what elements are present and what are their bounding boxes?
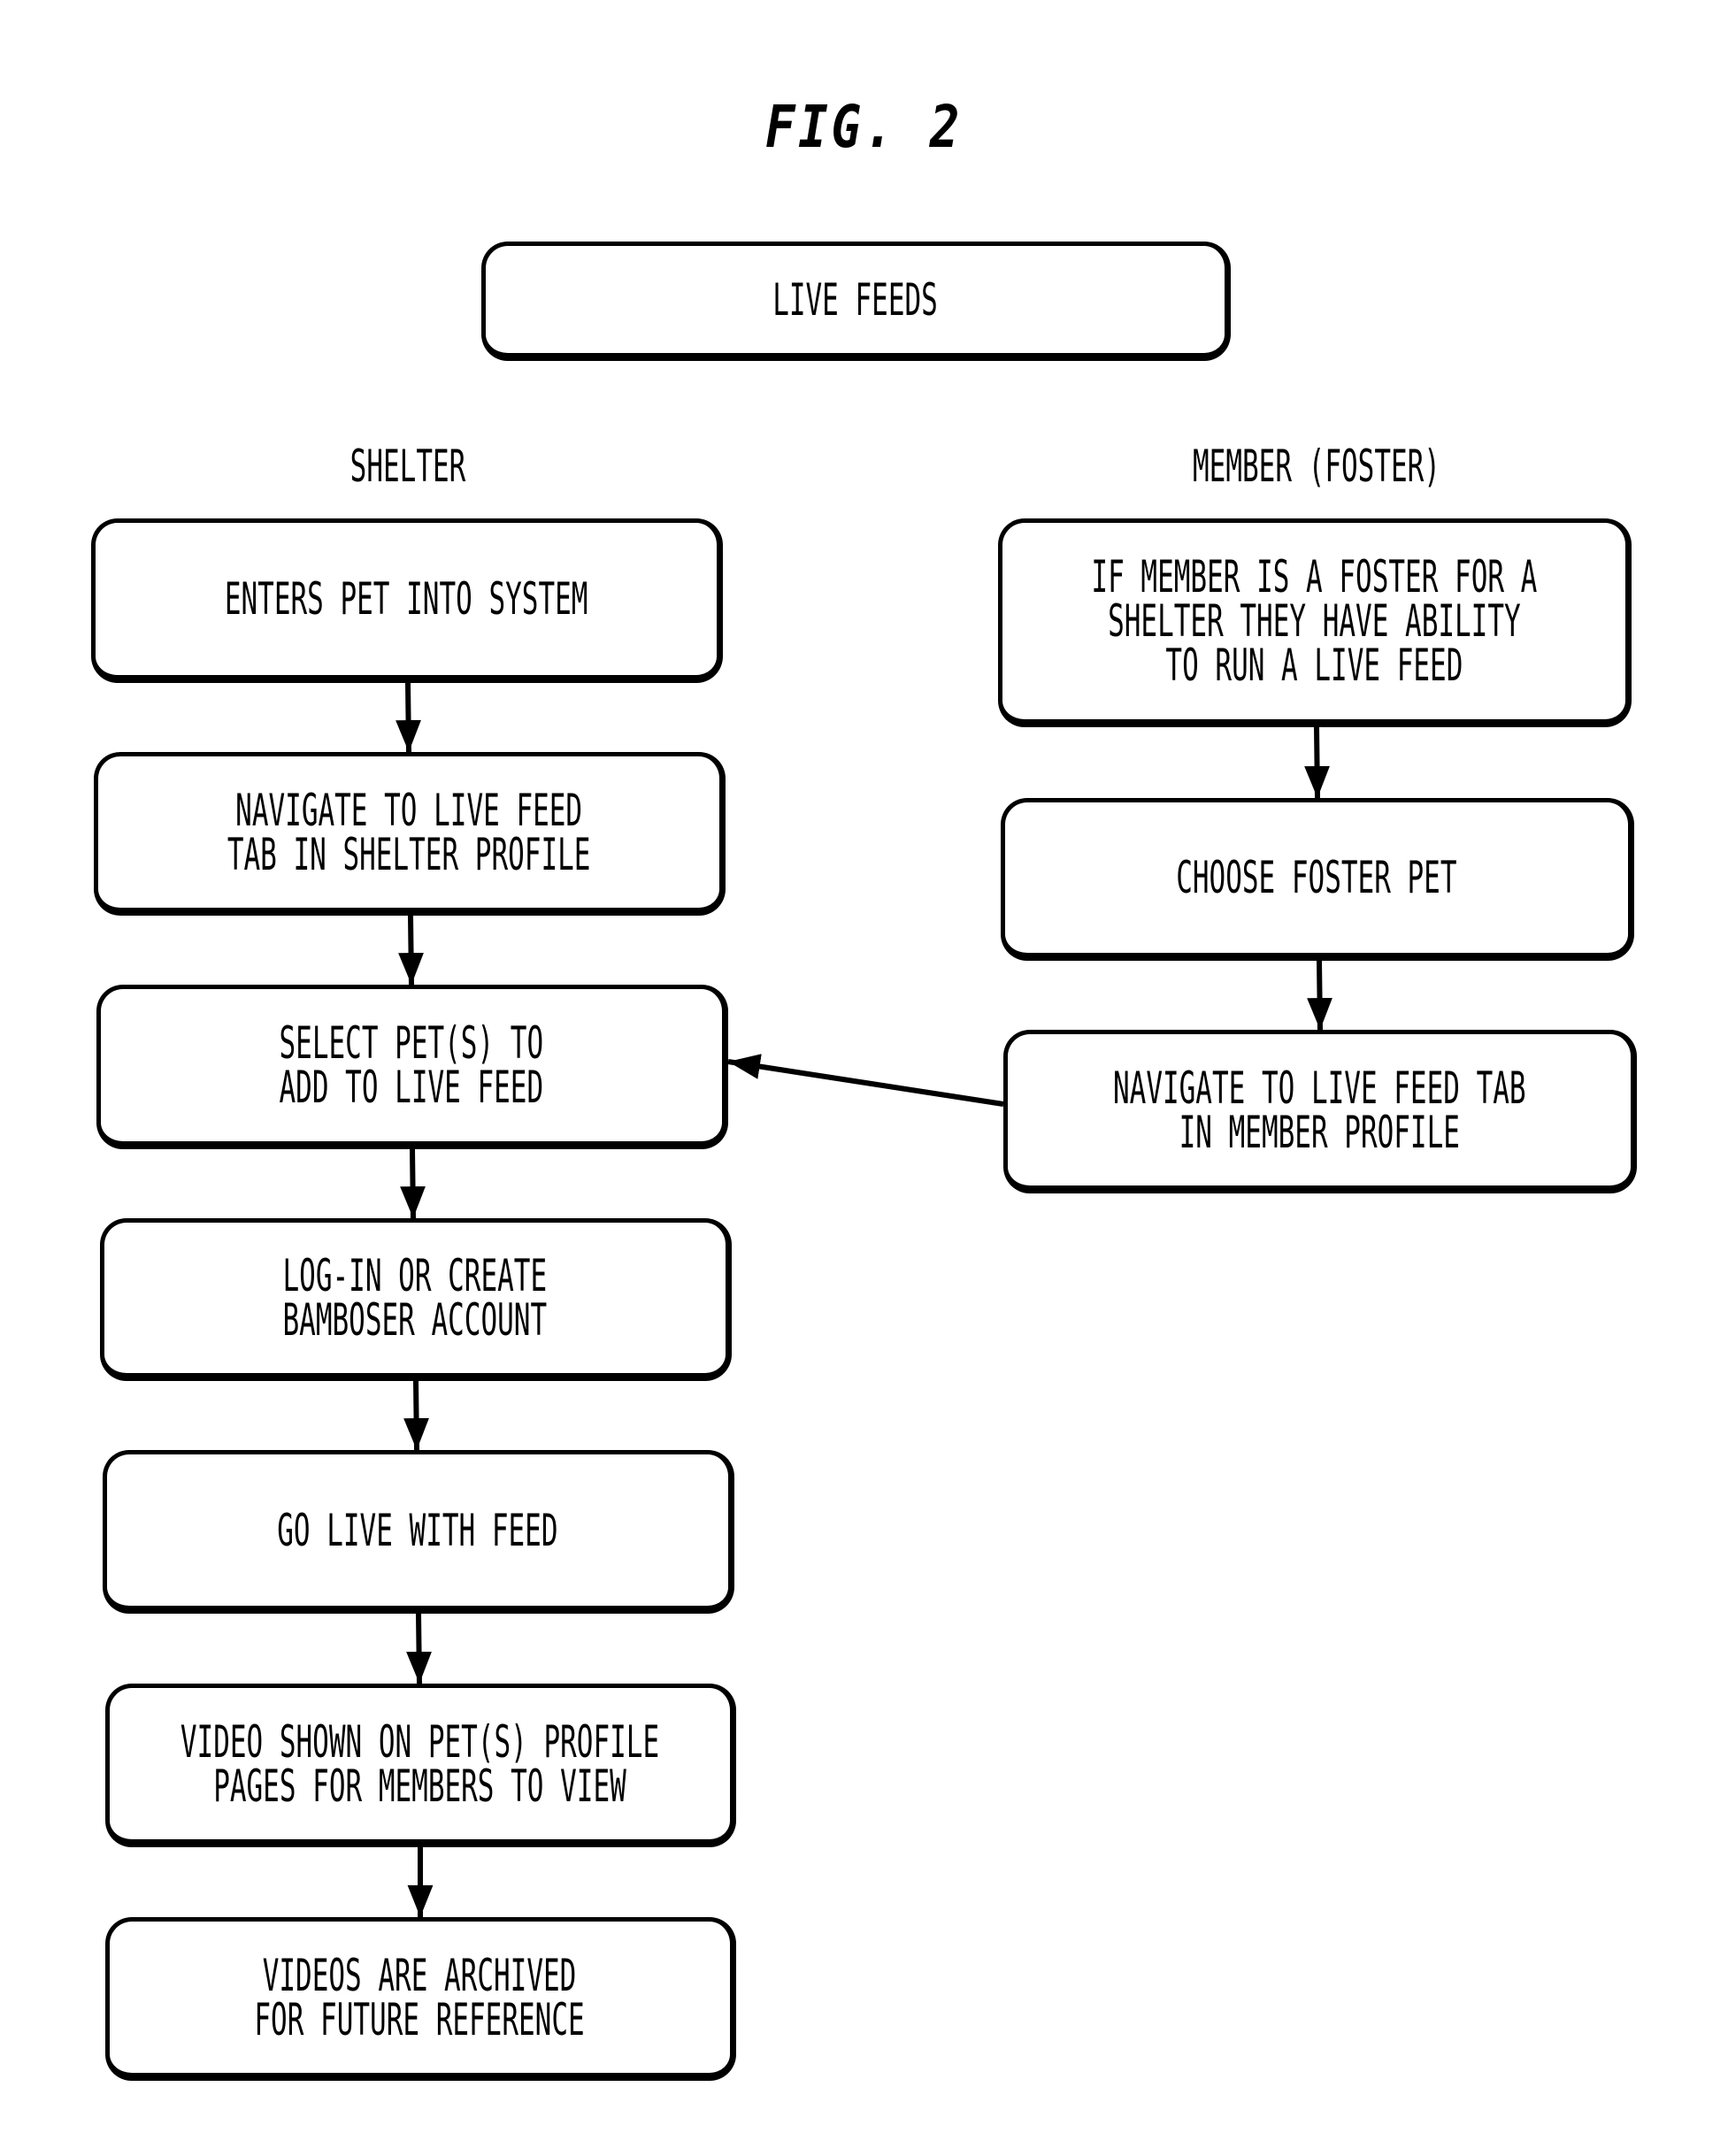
- arrow-shelter-1-2: [396, 682, 421, 753]
- arrow-shelter-3-4: [400, 1148, 426, 1219]
- connector-layer: [396, 682, 1332, 1917]
- arrow-member-2-3: [1307, 960, 1332, 1031]
- arrow-shelter-4-5: [403, 1380, 429, 1451]
- arrow-member-3-to-shelter-3: [727, 1054, 1004, 1107]
